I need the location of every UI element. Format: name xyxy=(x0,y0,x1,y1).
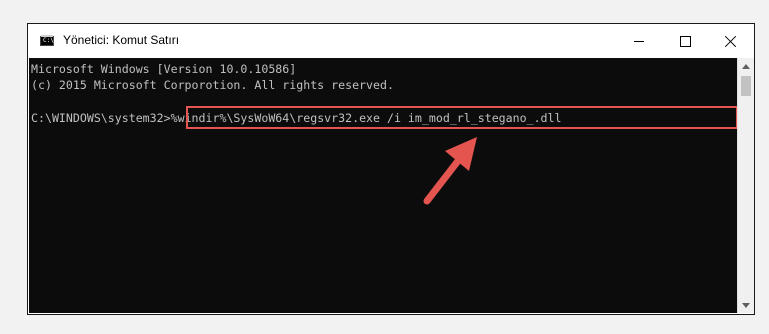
command-prompt-window: C:\ Yönetici: Komut Satırı Microsoft Win… xyxy=(27,23,755,315)
chevron-down-icon xyxy=(742,302,750,308)
scroll-up-button[interactable] xyxy=(738,58,754,74)
command-highlight-box xyxy=(186,106,737,129)
minimize-icon xyxy=(634,40,644,42)
title-bar[interactable]: C:\ Yönetici: Komut Satırı xyxy=(28,24,754,58)
minimize-button[interactable] xyxy=(616,24,662,58)
maximize-button[interactable] xyxy=(662,24,708,58)
window-title: Yönetici: Komut Satırı xyxy=(63,33,180,47)
pointer-arrow-icon xyxy=(423,137,477,205)
vertical-scrollbar[interactable] xyxy=(737,58,754,313)
close-icon xyxy=(725,35,737,47)
close-button[interactable] xyxy=(708,24,754,58)
scroll-down-button[interactable] xyxy=(738,297,754,313)
console-line-copyright: (c) 2015 Microsoft Corporotion. All righ… xyxy=(31,78,394,92)
console-output[interactable]: Microsoft Windows [Version 10.0.10586] (… xyxy=(29,58,737,313)
chevron-up-icon xyxy=(742,63,750,69)
scrollbar-thumb[interactable] xyxy=(741,76,751,96)
maximize-icon xyxy=(679,35,691,47)
console-prompt: C:\WINDOWS\system32> xyxy=(31,111,171,125)
console-line-version: Microsoft Windows [Version 10.0.10586] xyxy=(31,62,297,76)
cmd-icon: C:\ xyxy=(40,35,54,46)
